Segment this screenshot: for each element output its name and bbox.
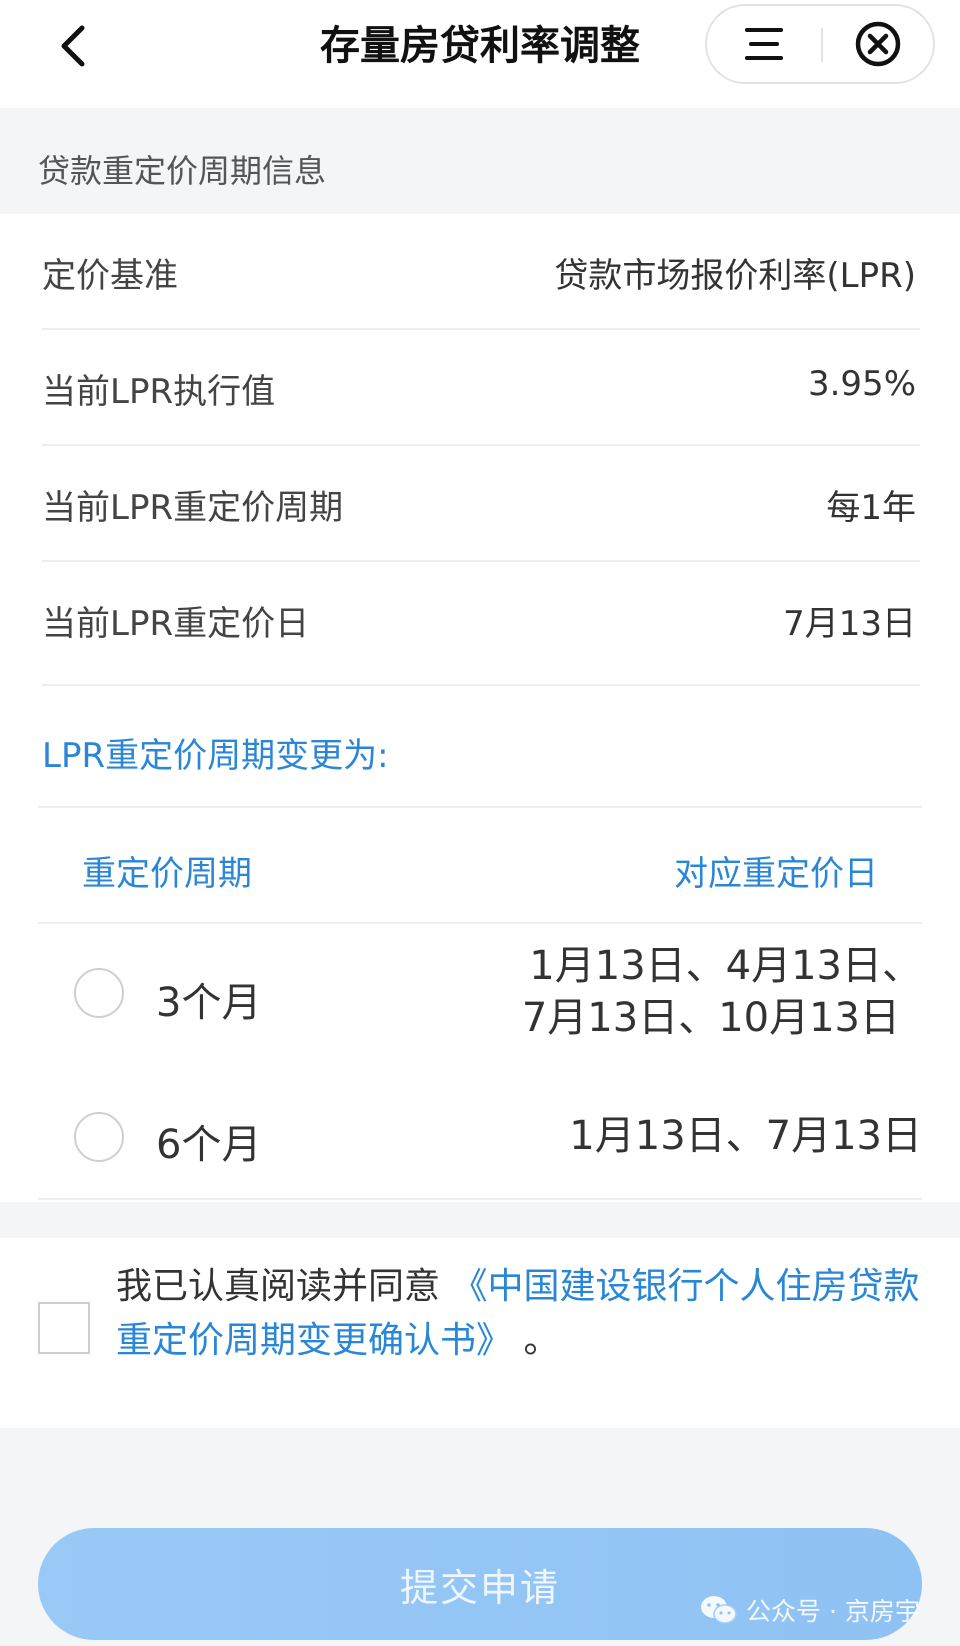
menu-button[interactable] (709, 6, 819, 82)
info-value: 3.95% (807, 364, 916, 404)
submit-label: 提交申请 (399, 1565, 560, 1610)
close-button[interactable] (823, 6, 933, 82)
close-circle-icon (855, 21, 901, 67)
agreement-section: 我已认真阅读并同意 《中国建设银行个人住房贷款重定价周期变更确认书》 。 (0, 1238, 960, 1428)
option-dates: 1月13日、4月13日、 7月13日、10月13日 (522, 940, 922, 1044)
option-dates-line: 1月13日、7月13日 (569, 1113, 922, 1159)
divider (38, 1198, 922, 1200)
option-period: 3个月 (156, 980, 262, 1026)
mini-program-capsule (705, 4, 935, 84)
info-label: 定价基准 (42, 256, 178, 296)
column-header-period: 重定价周期 (82, 854, 252, 894)
option-dates-line: 1月13日、4月13日、 (529, 943, 922, 989)
radio-button[interactable] (74, 968, 124, 1018)
agreement-suffix: 。 (523, 1320, 560, 1361)
chevron-left-icon (61, 25, 85, 67)
agree-checkbox[interactable] (38, 1302, 90, 1354)
agreement-prefix: 我已认真阅读并同意 (116, 1266, 441, 1307)
option-period: 6个月 (156, 1122, 262, 1168)
info-value: 每1年 (826, 488, 916, 528)
watermark: 公众号 · 京房宇 (700, 1590, 920, 1630)
radio-button[interactable] (74, 1112, 124, 1162)
option-3-months[interactable]: 3个月 1月13日、4月13日、 7月13日、10月13日 (38, 930, 922, 1060)
section-header: 贷款重定价周期信息 (0, 108, 960, 214)
info-value: 7月13日 (783, 604, 916, 644)
info-row-current-lpr: 当前LPR执行值 3.95% (42, 330, 920, 446)
info-label: 当前LPR重定价周期 (42, 488, 344, 528)
info-row-current-period: 当前LPR重定价周期 每1年 (42, 446, 920, 562)
change-title: LPR重定价周期变更为: (42, 736, 389, 776)
wechat-icon (701, 1596, 737, 1624)
option-6-months[interactable]: 6个月 1月13日、7月13日 (38, 1080, 922, 1190)
section-title: 贷款重定价周期信息 (38, 152, 327, 190)
nav-bar: 存量房贷利率调整 (0, 0, 960, 108)
agreement-text: 我已认真阅读并同意 《中国建设银行个人住房贷款重定价周期变更确认书》 。 (116, 1260, 924, 1368)
info-row-current-date: 当前LPR重定价日 7月13日 (42, 562, 920, 686)
back-button[interactable] (48, 18, 96, 74)
options-table-header: 重定价周期 对应重定价日 (38, 806, 922, 924)
column-header-date: 对应重定价日 (674, 854, 878, 894)
watermark-text: 公众号 · 京房宇 (746, 1597, 920, 1626)
option-dates: 1月13日、7月13日 (569, 1110, 922, 1162)
info-label: 当前LPR重定价日 (42, 604, 310, 644)
info-label: 当前LPR执行值 (42, 372, 276, 412)
info-value: 贷款市场报价利率(LPR) (554, 256, 916, 296)
option-dates-line: 7月13日、10月13日 (521, 995, 900, 1041)
info-row-pricing-basis: 定价基准 贷款市场报价利率(LPR) (42, 214, 920, 330)
menu-icon (745, 28, 783, 60)
